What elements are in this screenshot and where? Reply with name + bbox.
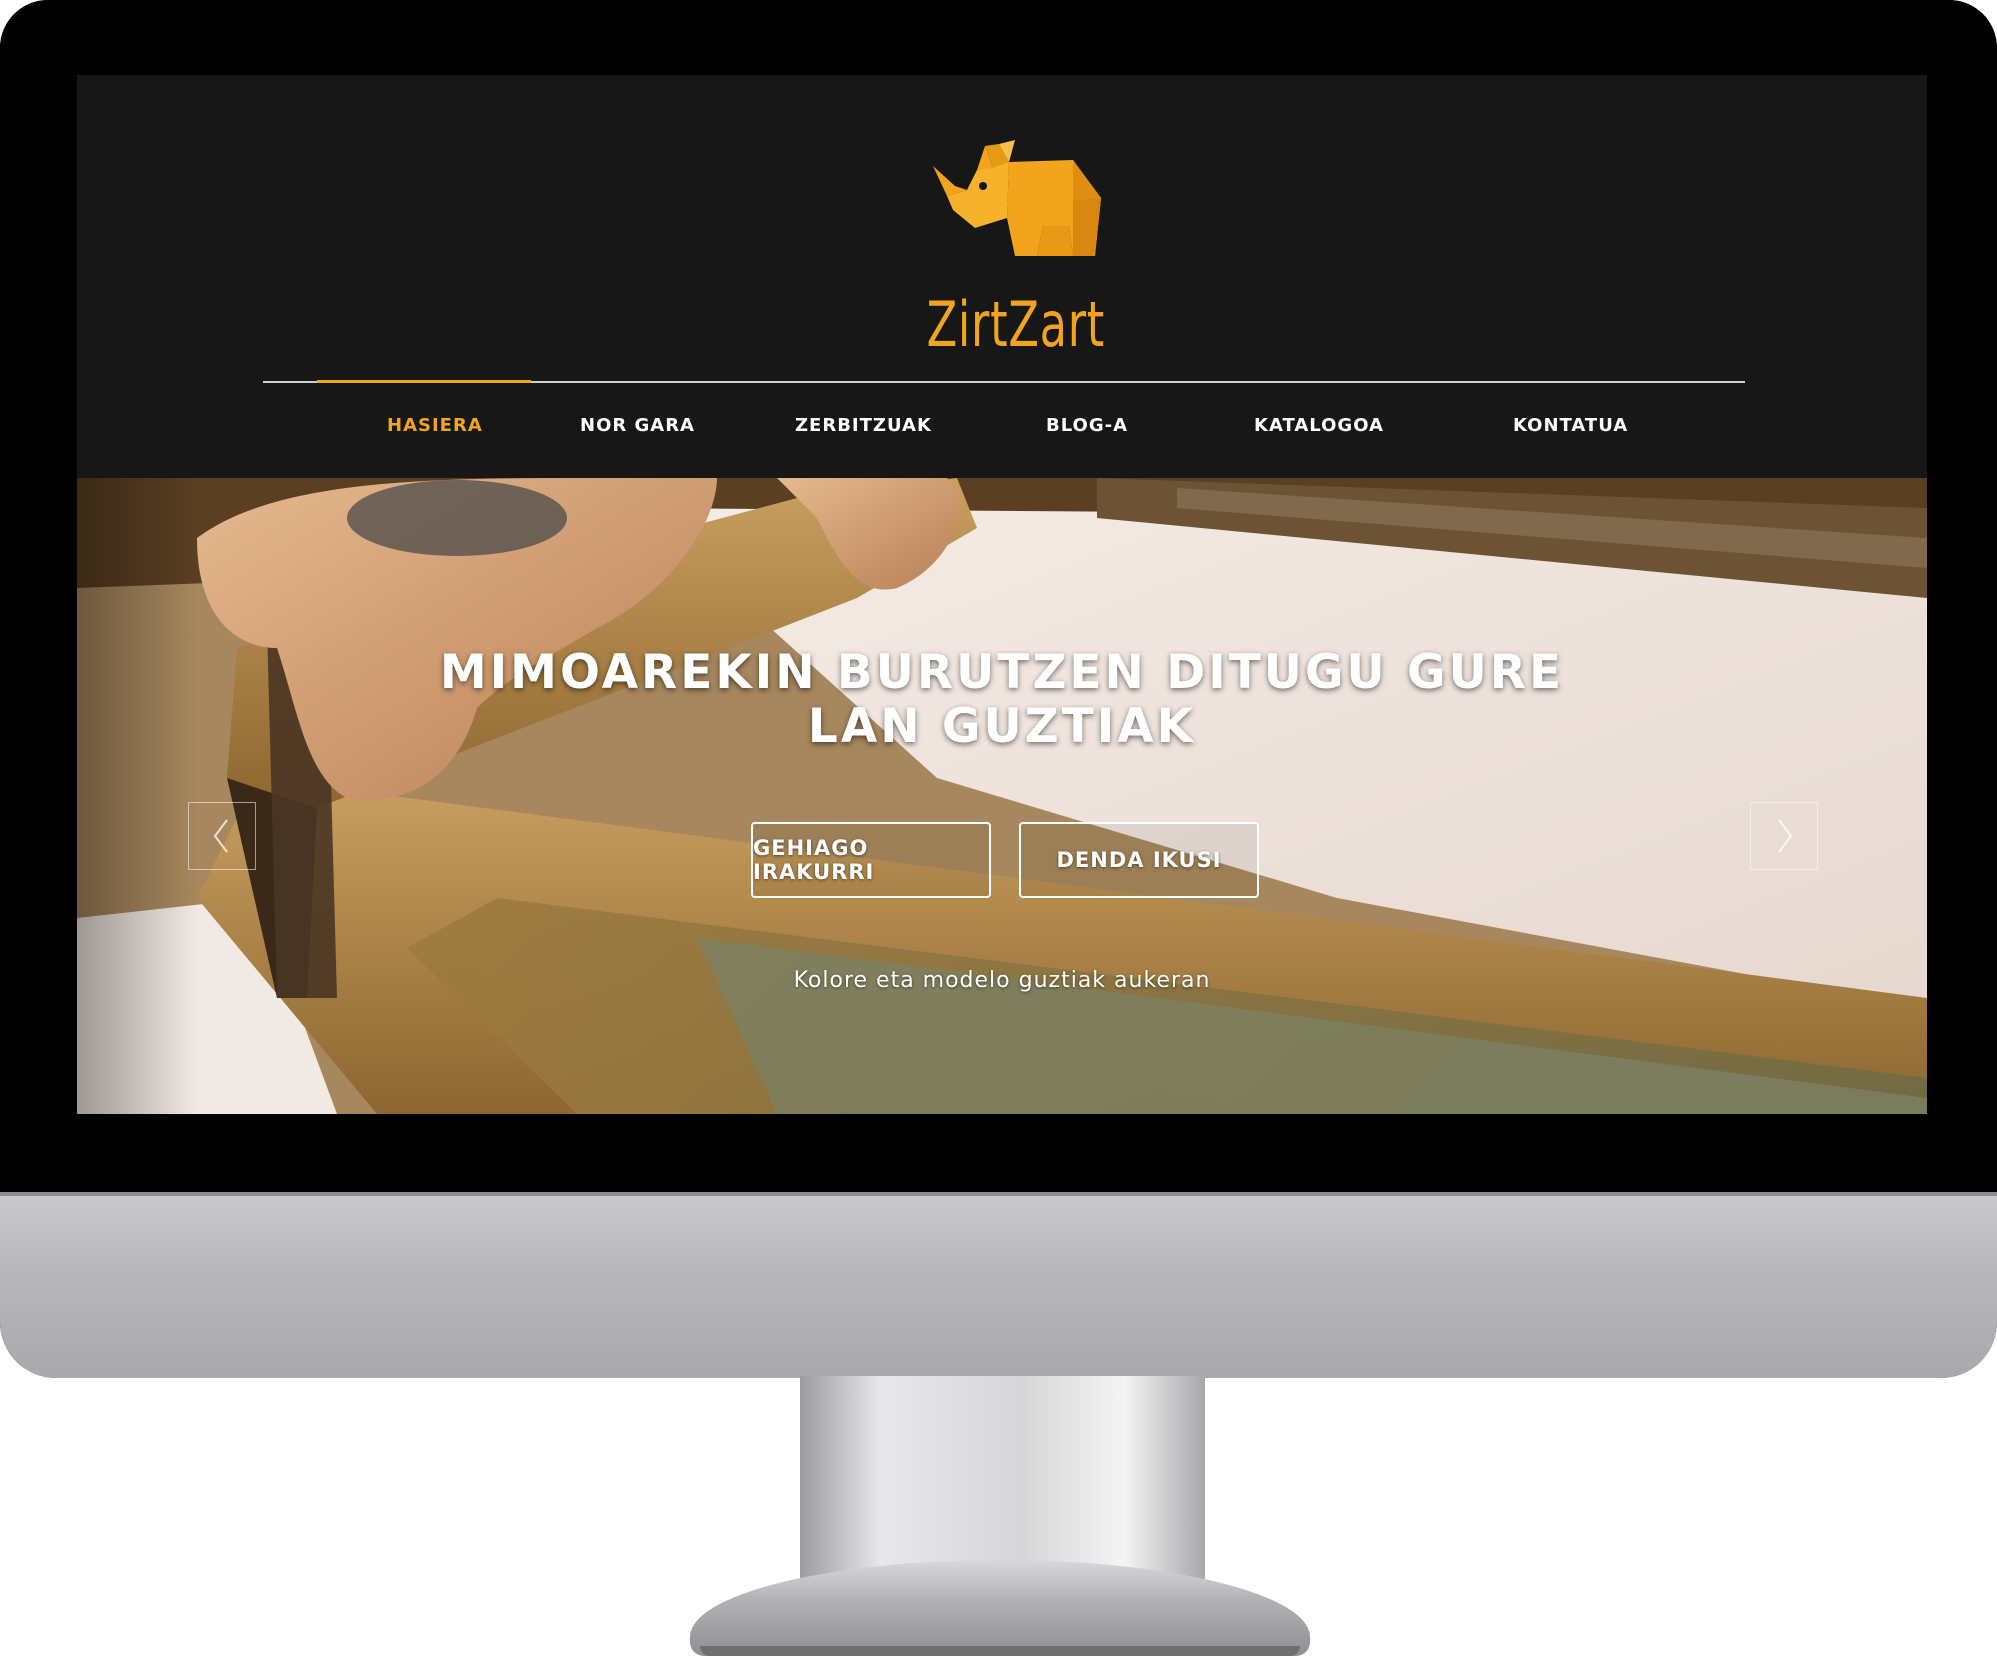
site-header: ZirtZart HASIERA NOR GARA ZERBITZUAK BLO… bbox=[77, 75, 1927, 478]
hero-title-line2: LAN GUZTIAK bbox=[807, 699, 1197, 754]
nav-item-blog[interactable]: BLOG-A bbox=[1046, 415, 1128, 436]
slider-next-button[interactable] bbox=[1750, 802, 1818, 870]
nav-item-katalogoa[interactable]: KATALOGOA bbox=[1254, 415, 1384, 436]
nav-item-hasiera[interactable]: HASIERA bbox=[387, 415, 483, 436]
brand-wordmark: ZirtZart bbox=[926, 288, 1105, 361]
monitor-stand-base bbox=[690, 1560, 1310, 1656]
chevron-left-icon bbox=[213, 819, 228, 853]
nav-active-indicator bbox=[317, 380, 531, 383]
hero-title: MIMOAREKIN BURUTZEN DITUGU GURE LAN GUZT… bbox=[427, 646, 1577, 754]
read-more-button[interactable]: GEHIAGO IRAKURRI bbox=[751, 822, 991, 898]
hero-subtitle: Kolore eta modelo guztiak aukeran bbox=[793, 968, 1211, 993]
nav-item-zerbitzuak[interactable]: ZERBITZUAK bbox=[795, 415, 932, 436]
nav-item-kontatua[interactable]: KONTATUA bbox=[1513, 415, 1628, 436]
rhino-icon bbox=[933, 140, 1101, 256]
monitor-frame: ZirtZart HASIERA NOR GARA ZERBITZUAK BLO… bbox=[0, 0, 1997, 1378]
website-screen: ZirtZart HASIERA NOR GARA ZERBITZUAK BLO… bbox=[77, 75, 1927, 1114]
hero-background-image bbox=[77, 478, 1927, 1114]
nav-item-nor-gara[interactable]: NOR GARA bbox=[580, 415, 695, 436]
view-shop-button[interactable]: DENDA IKUSI bbox=[1019, 822, 1259, 898]
hero-title-line1: MIMOAREKIN BURUTZEN DITUGU GURE bbox=[439, 645, 1565, 700]
hero-slider: MIMOAREKIN BURUTZEN DITUGU GURE LAN GUZT… bbox=[77, 478, 1927, 1114]
site-logo[interactable]: ZirtZart bbox=[893, 130, 1113, 390]
main-nav: HASIERA NOR GARA ZERBITZUAK BLOG-A KATAL… bbox=[77, 415, 1927, 455]
monitor-chin bbox=[0, 1192, 1997, 1378]
slider-prev-button[interactable] bbox=[188, 802, 256, 870]
chevron-right-icon bbox=[1778, 819, 1793, 853]
